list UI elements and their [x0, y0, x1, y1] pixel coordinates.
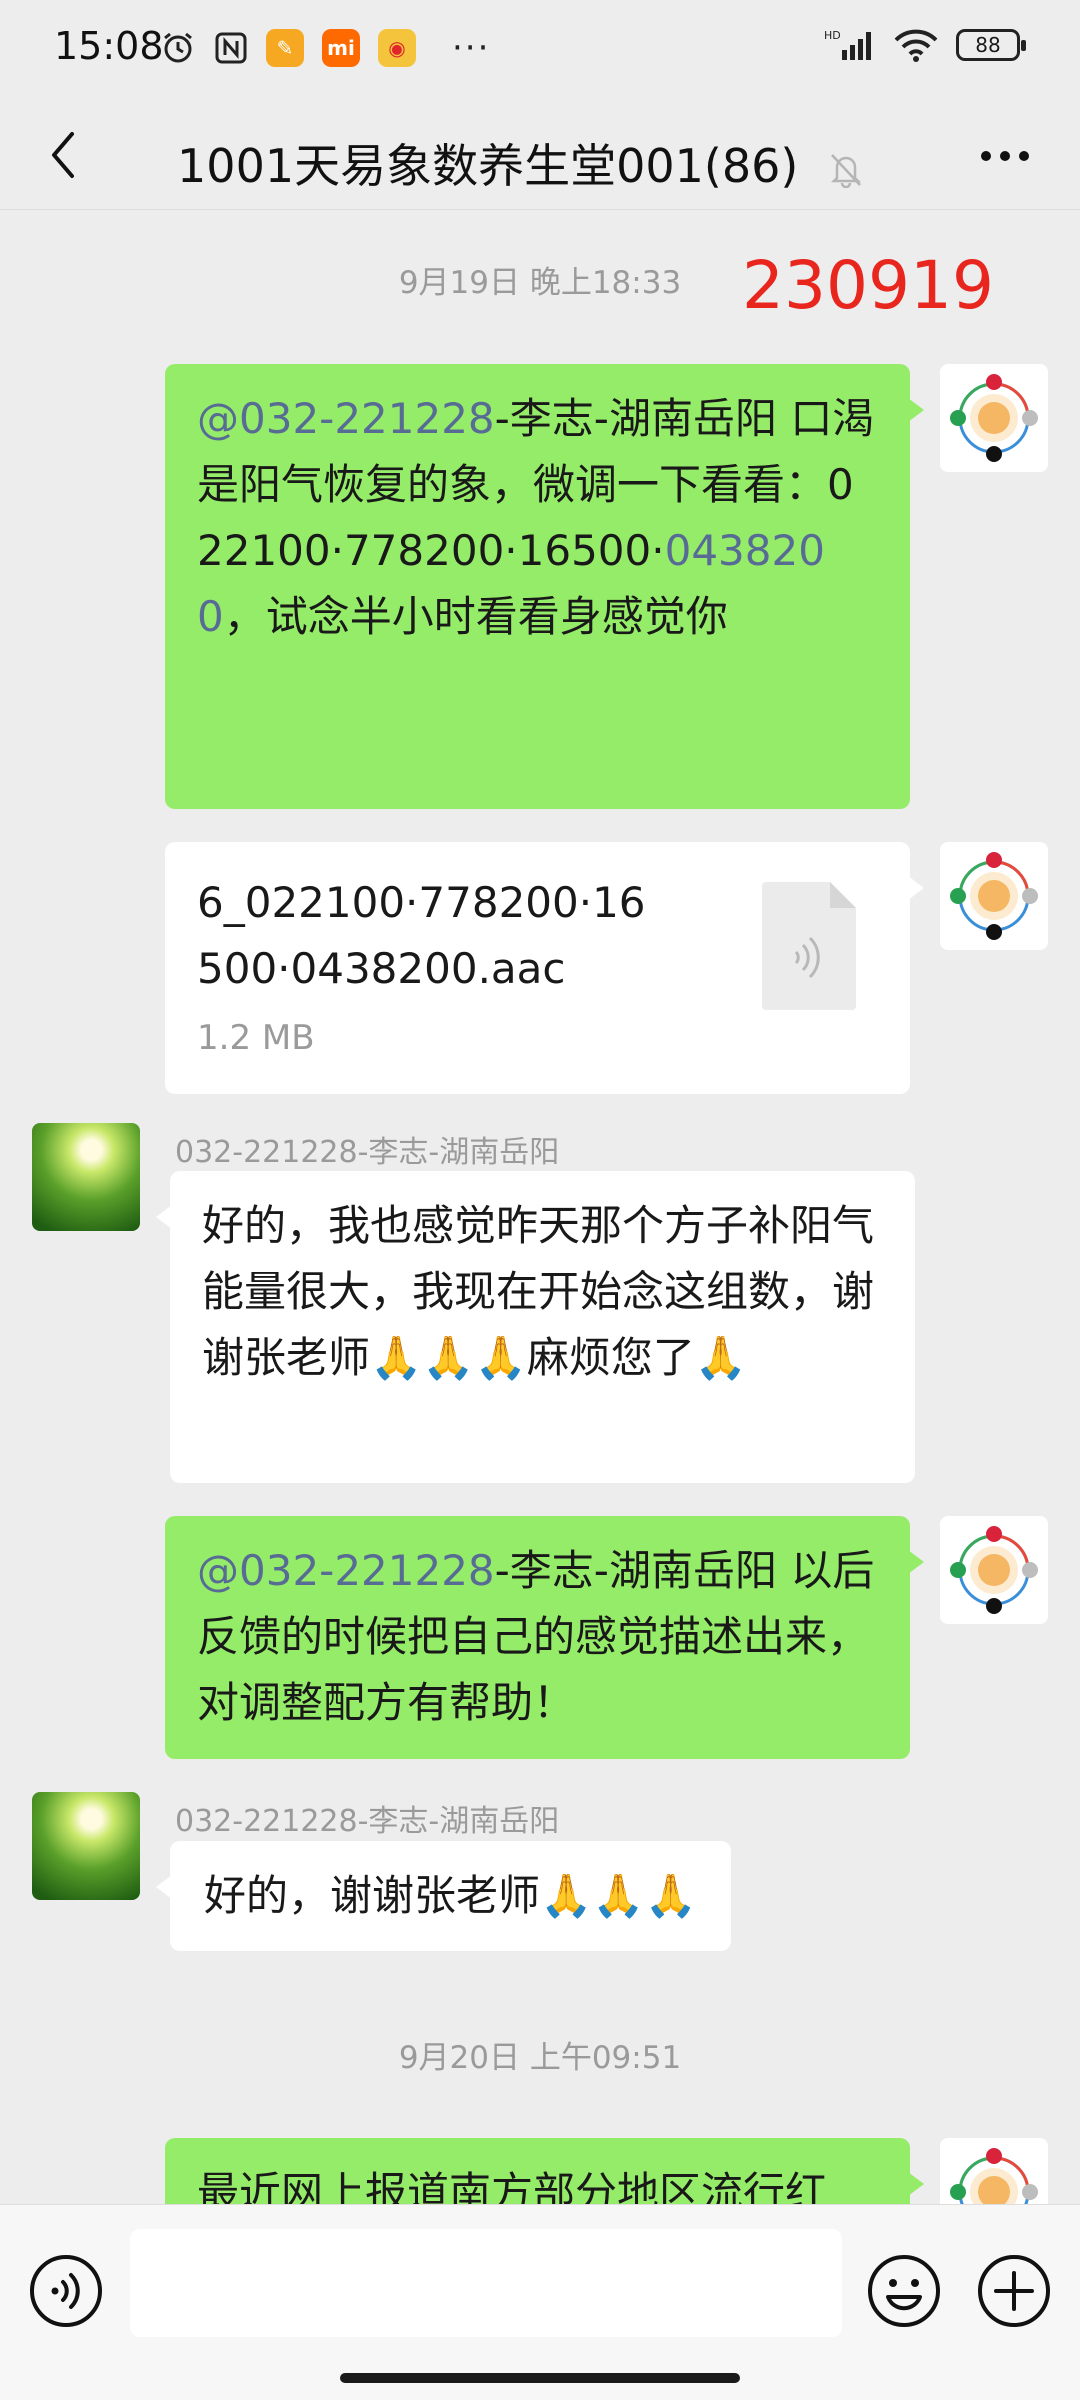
- app-icon: ✎: [266, 29, 304, 67]
- contact-avatar[interactable]: [32, 1792, 140, 1900]
- contact-avatar[interactable]: [32, 1123, 140, 1231]
- voice-button[interactable]: [28, 2253, 104, 2329]
- alarm-icon: [164, 32, 192, 63]
- mute-icon: [830, 153, 861, 188]
- battery-icon: 88: [956, 29, 1026, 61]
- svg-text:HD: HD: [824, 29, 841, 42]
- message-text: 最近网上报道南方部分地区流行红: [197, 2168, 828, 2204]
- message-bubble[interactable]: 好的，我也感觉昨天那个方子补阳气能量很大，我现在开始念这组数，谢谢张老师🙏🙏🙏麻…: [156, 1171, 915, 1483]
- status-right: HD 88: [824, 28, 1026, 62]
- more-icon: [981, 151, 1029, 161]
- chat-title: 1001天易象数养生堂001(86): [0, 130, 1080, 196]
- more-button[interactable]: [970, 126, 1040, 186]
- date-stamp-overlay: 230919: [742, 247, 994, 324]
- avatar-logo-icon: [950, 374, 1038, 462]
- message-bubble[interactable]: @032-221228-李志-湖南岳阳 口渴是阳气恢复的象，微调一下看看：022…: [165, 364, 924, 809]
- chat-area[interactable]: 9月19日 晚上18:33 230919 @032-221228-李志-湖南岳阳…: [0, 211, 1080, 2204]
- emoji-button[interactable]: [866, 2253, 942, 2329]
- mention-link[interactable]: @032-221228: [197, 394, 495, 443]
- more-actions-button[interactable]: [976, 2253, 1052, 2329]
- wifi-icon: [894, 29, 938, 62]
- status-overflow: ···: [452, 28, 491, 68]
- status-time: 15:08: [54, 24, 164, 68]
- emoji-icon: [868, 2255, 940, 2327]
- file-message[interactable]: 6_022100·778200·16500·0438200.aac 1.2 MB: [165, 842, 924, 1094]
- message-text: 好的，谢谢张老师🙏🙏🙏: [204, 1871, 697, 1920]
- timestamp: 9月20日 上午09:51: [398, 2040, 682, 2076]
- audio-file-icon: [762, 882, 856, 1010]
- home-indicator[interactable]: [340, 2373, 740, 2383]
- nfc-icon: [215, 32, 247, 64]
- sender-name: 032-221228-李志-湖南岳阳: [175, 1135, 560, 1170]
- message-bubble[interactable]: 最近网上报道南方部分地区流行红: [165, 2138, 924, 2204]
- voice-icon: [30, 2255, 102, 2327]
- avatar-logo-icon: [950, 1526, 1038, 1614]
- message-text: ，试念半小时看看身感觉你: [223, 592, 728, 641]
- mention-link[interactable]: @032-221228: [197, 1546, 495, 1595]
- file-name: 6_022100·778200·16500·0438200.aac: [197, 878, 646, 993]
- my-avatar[interactable]: [940, 1516, 1048, 1624]
- avatar-logo-icon: [950, 852, 1038, 940]
- avatar-logo-icon: [950, 2148, 1038, 2204]
- status-bar: 15:08 ✎ mi ◉ ··· HD 88: [0, 0, 1080, 100]
- battery-level: 88: [975, 33, 1001, 57]
- status-icons: ✎ mi ◉ ···: [160, 28, 490, 68]
- message-text: 好的，我也感觉昨天那个方子补阳气能量很大，我现在开始念这组数，谢谢张老师🙏🙏🙏麻…: [202, 1201, 875, 1382]
- message-input[interactable]: [130, 2229, 842, 2337]
- my-avatar[interactable]: [940, 2138, 1048, 2204]
- sender-name: 032-221228-李志-湖南岳阳: [175, 1804, 560, 1839]
- message-bubble[interactable]: 好的，谢谢张老师🙏🙏🙏: [156, 1841, 731, 1951]
- plus-icon: [978, 2255, 1050, 2327]
- input-bar: [0, 2204, 1080, 2400]
- chat-title-text: 1001天易象数养生堂001(86): [177, 139, 799, 193]
- weibo-icon: ◉: [378, 29, 416, 67]
- my-avatar[interactable]: [940, 364, 1048, 472]
- my-avatar[interactable]: [940, 842, 1048, 950]
- message-bubble[interactable]: @032-221228-李志-湖南岳阳 以后反馈的时候把自己的感觉描述出来，对调…: [165, 1516, 924, 1759]
- mi-icon: mi: [322, 29, 360, 67]
- chat-header: 1001天易象数养生堂001(86): [0, 100, 1080, 210]
- file-size: 1.2 MB: [197, 1018, 315, 1058]
- signal-icon: HD: [824, 29, 871, 60]
